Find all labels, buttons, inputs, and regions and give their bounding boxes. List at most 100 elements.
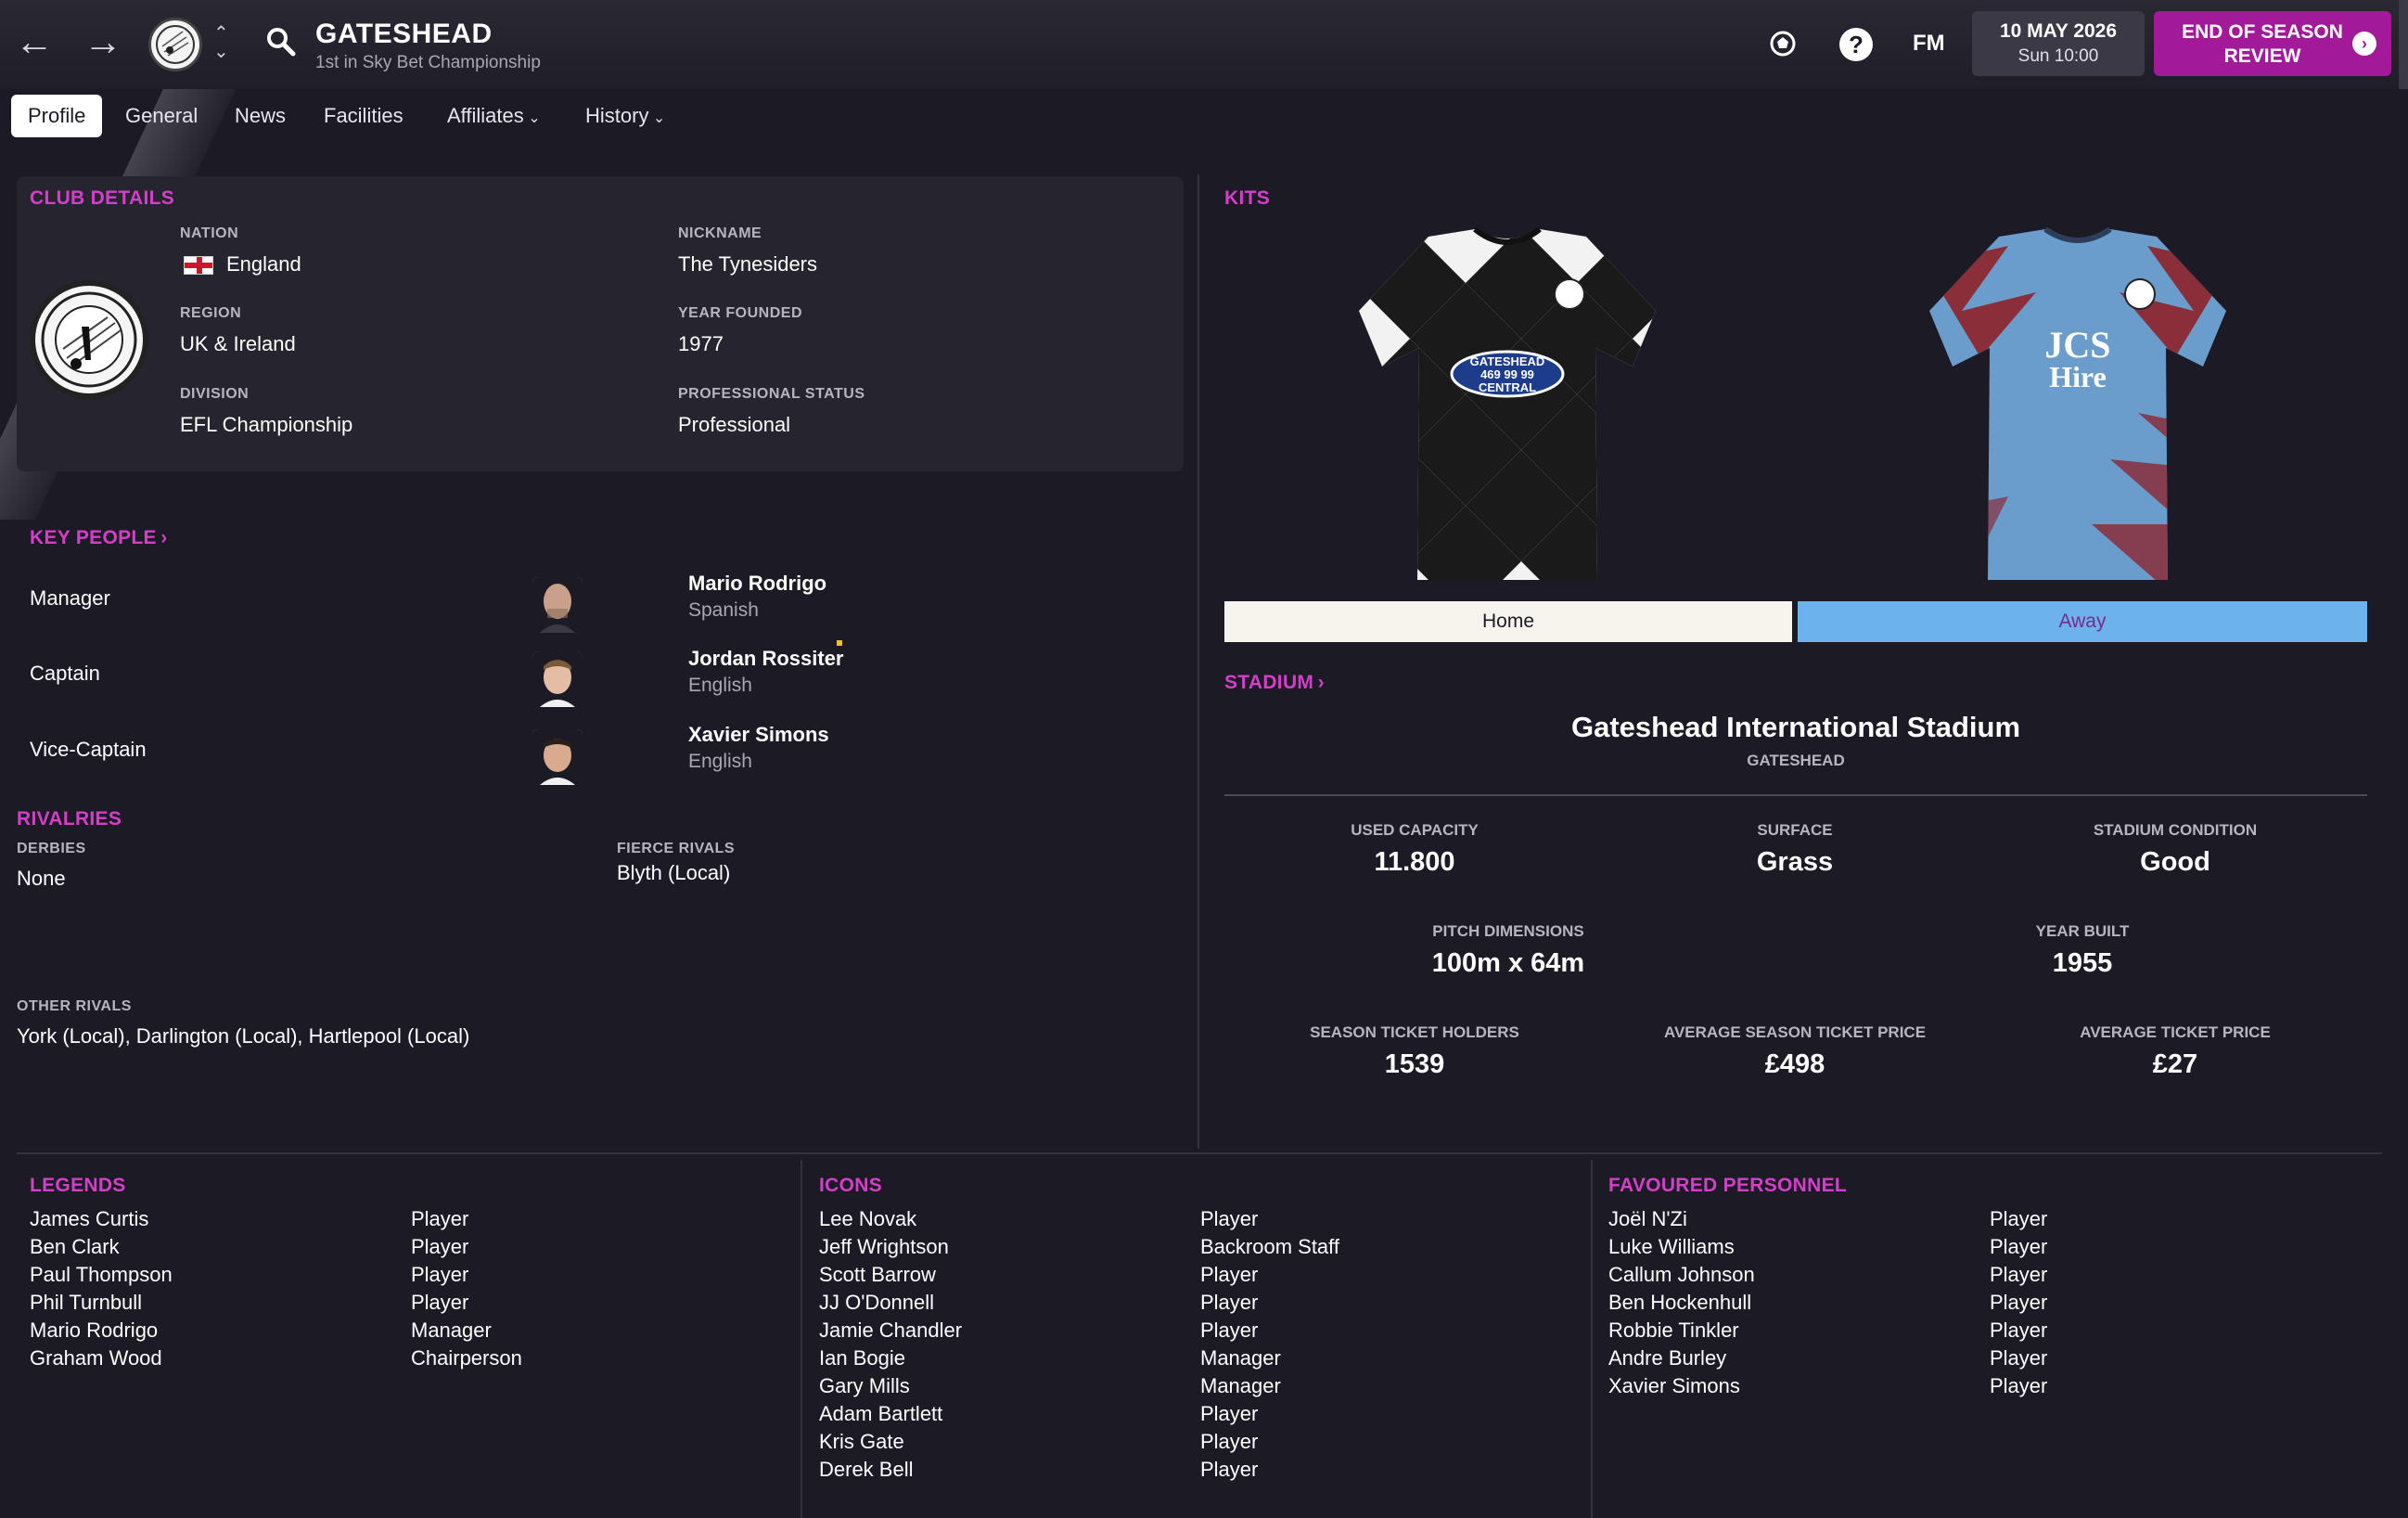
stadium-link[interactable]: STADIUM › [1224, 672, 1325, 694]
tab-news[interactable]: News [235, 104, 286, 128]
vice-captain-nationality: English [688, 751, 752, 772]
derbies-label: DERBIES [17, 841, 86, 856]
club-switch-updown-icon[interactable]: ⌃ ⌄ [213, 24, 229, 61]
list-item[interactable]: Gary Mills [819, 1372, 962, 1400]
tab-profile[interactable]: Profile [11, 95, 103, 137]
away-kit-shirt-icon[interactable] [1925, 227, 2231, 589]
key-people-link[interactable]: KEY PEOPLE › [30, 527, 168, 549]
tab-facilities[interactable]: Facilities [324, 104, 403, 128]
club-name-title: GATESHEAD [315, 19, 493, 49]
list-item-role: Chairperson [411, 1346, 522, 1370]
list-item[interactable]: Lee Novak [819, 1205, 962, 1233]
division-value[interactable]: EFL Championship [180, 413, 352, 437]
ball-shield-icon[interactable] [1767, 28, 1799, 59]
list-item-role: Player [1200, 1291, 1259, 1314]
back-arrow-icon[interactable]: ← [15, 22, 54, 61]
search-icon[interactable] [265, 26, 297, 58]
other-rivals-label: OTHER RIVALS [17, 998, 132, 1014]
away-kit-sponsor: JCS Hire [2027, 327, 2129, 393]
key-people-title: KEY PEOPLE [30, 527, 157, 548]
chevron-right-icon: › [2352, 32, 2376, 56]
used-capacity-value: 11.800 [1374, 847, 1455, 877]
list-item-role: Backroom Staff [1200, 1235, 1339, 1258]
list-item[interactable]: Jamie Chandler [819, 1317, 962, 1344]
list-item[interactable]: Ian Bogie [819, 1344, 962, 1372]
list-item-role: Player [1990, 1319, 2048, 1342]
list-item[interactable]: Ben Hockenhull [1608, 1289, 1755, 1317]
region-label: REGION [180, 305, 242, 321]
role-manager: Manager [30, 586, 110, 610]
list-item[interactable]: Graham Wood [30, 1344, 173, 1372]
list-item-role: Player [1990, 1291, 2048, 1314]
list-item[interactable]: Andre Burley [1608, 1344, 1755, 1372]
tab-history[interactable]: History ⌄ [585, 104, 665, 128]
list-item[interactable]: Robbie Tinkler [1608, 1317, 1755, 1344]
rivalries-title: RIVALRIES [17, 808, 122, 830]
date-time: Sun 10:00 [2017, 46, 2099, 66]
fm-menu-icon[interactable]: FM [1913, 31, 1945, 57]
help-icon[interactable]: ? [1839, 28, 1873, 61]
column-divider [1198, 174, 1199, 1149]
list-item-role: Player [1200, 1402, 1259, 1425]
pitch-dimensions-value: 100m x 64m [1431, 948, 1585, 978]
tab-general[interactable]: General [125, 104, 198, 128]
list-item[interactable]: Joël N'Zi [1608, 1205, 1755, 1233]
captain-name[interactable]: Jordan Rossiter [688, 647, 844, 671]
list-item[interactable]: Luke Williams [1608, 1233, 1755, 1261]
division-label: DIVISION [180, 386, 250, 402]
pitch-dimensions-label: PITCH DIMENSIONS [1432, 922, 1584, 940]
end-of-season-review-button[interactable]: END OF SEASON REVIEW › [2154, 11, 2391, 76]
list-item[interactable]: JJ O'Donnell [819, 1289, 962, 1317]
list-item[interactable]: Derek Bell [819, 1456, 962, 1484]
list-item[interactable]: James Curtis [30, 1205, 173, 1233]
list-item[interactable]: Adam Bartlett [819, 1400, 962, 1428]
date-display[interactable]: 10 MAY 2026 Sun 10:00 [1972, 11, 2145, 76]
list-item[interactable]: Scott Barrow [819, 1261, 962, 1289]
year-founded-label: YEAR FOUNDED [678, 305, 803, 321]
other-rivals-value[interactable]: York (Local), Darlington (Local), Hartle… [17, 1024, 469, 1048]
tab-affiliates[interactable]: Affiliates ⌄ [447, 104, 541, 128]
professional-status-value: Professional [678, 413, 791, 436]
fierce-rivals-label: FIERCE RIVALS [617, 841, 736, 856]
club-crest-icon [30, 280, 148, 399]
year-founded-value: 1977 [678, 332, 724, 355]
avg-season-ticket-price-value: £498 [1764, 1049, 1825, 1079]
avg-ticket-price-value: £27 [2152, 1049, 2198, 1079]
tabs-bar: Profile General News Facilities Affiliat… [0, 89, 2408, 143]
list-item-role: Player [411, 1235, 469, 1258]
list-item[interactable]: Jeff Wrightson [819, 1233, 962, 1261]
list-item[interactable]: Kris Gate [819, 1428, 962, 1456]
surface-label: SURFACE [1757, 821, 1833, 839]
vice-captain-avatar[interactable] [532, 729, 583, 785]
nickname-value: The Tynesiders [678, 252, 818, 276]
derbies-value: None [17, 867, 66, 890]
chevron-down-icon: ⌄ [528, 110, 541, 126]
fierce-rivals-value[interactable]: Blyth (Local) [617, 861, 730, 885]
list-item[interactable]: Paul Thompson [30, 1261, 173, 1289]
nation-value[interactable]: England [226, 252, 301, 277]
home-kit-button[interactable]: Home [1224, 601, 1792, 642]
home-kit-shirt-icon[interactable] [1354, 227, 1660, 589]
manager-name[interactable]: Mario Rodrigo [688, 572, 826, 596]
forward-arrow-icon[interactable]: → [83, 22, 122, 61]
away-kit-button[interactable]: Away [1798, 601, 2367, 642]
list-item[interactable]: Callum Johnson [1608, 1261, 1755, 1289]
chevron-right-icon: › [160, 527, 168, 548]
captain-avatar[interactable] [532, 651, 583, 707]
list-item[interactable]: Mario Rodrigo [30, 1317, 173, 1344]
captain-nationality: English [688, 675, 752, 696]
list-item-role: Manager [1200, 1374, 1281, 1397]
icons-roles: Player Backroom Staff Player Player Play… [1200, 1205, 1339, 1484]
stadium-condition-label: STADIUM CONDITION [2093, 821, 2258, 839]
list-item[interactable]: Xavier Simons [1608, 1372, 1755, 1400]
tab-affiliates-label: Affiliates [447, 104, 524, 127]
chevron-down-icon: ⌄ [652, 110, 666, 126]
manager-avatar[interactable] [532, 577, 583, 633]
season-ticket-holders-label: SEASON TICKET HOLDERS [1310, 1023, 1519, 1041]
list-item[interactable]: Ben Clark [30, 1233, 173, 1261]
vice-captain-name[interactable]: Xavier Simons [688, 723, 829, 747]
icons-names: Lee Novak Jeff Wrightson Scott Barrow JJ… [819, 1205, 962, 1484]
list-item[interactable]: Phil Turnbull [30, 1289, 173, 1317]
scrollbar[interactable] [2399, 0, 2408, 89]
club-badge-small-icon[interactable] [148, 18, 202, 71]
